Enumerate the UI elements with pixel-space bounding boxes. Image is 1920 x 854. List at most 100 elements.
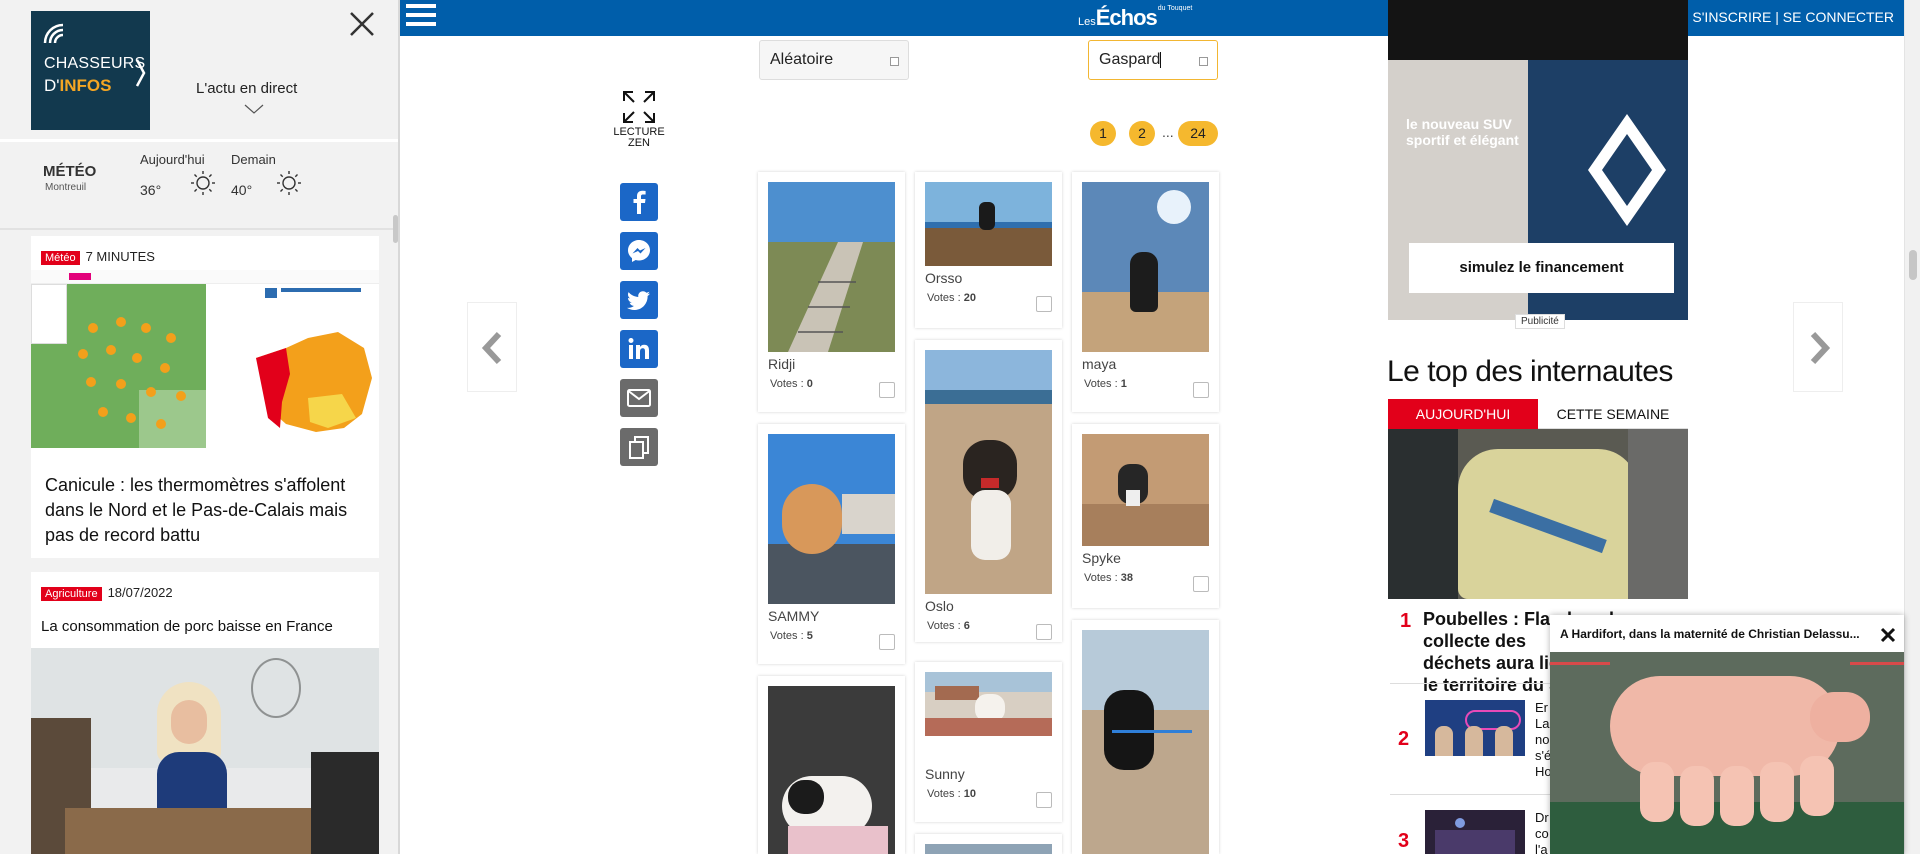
video-title[interactable]: A Hardifort, dans la maternité de Christ… [1560, 627, 1860, 641]
dog-photo[interactable] [1082, 182, 1209, 352]
dog-card[interactable]: Oslo Votes : 6 [915, 340, 1062, 642]
dog-photo[interactable] [768, 182, 895, 352]
vote-checkbox[interactable] [1193, 576, 1209, 592]
dog-card[interactable] [915, 834, 1062, 854]
logo-chevron-icon [136, 59, 146, 87]
top-article-thumbnail[interactable] [1425, 700, 1525, 756]
login-link[interactable]: SE CONNECTER [1783, 9, 1894, 25]
weather-map-image[interactable] [31, 270, 379, 448]
category-tag[interactable]: Agriculture [41, 587, 102, 601]
live-news-label[interactable]: L'actu en direct [196, 80, 297, 97]
page-button-1[interactable]: 1 [1090, 121, 1116, 146]
votes-label: Votes : [1084, 378, 1118, 390]
vote-checkbox[interactable] [1036, 624, 1052, 640]
news-card-title[interactable]: Canicule : les thermomètres s'affolent d… [45, 473, 371, 548]
brand-name: Échos [1095, 5, 1158, 30]
top-article-thumbnail[interactable] [1425, 810, 1525, 854]
sidebar-scrollbar[interactable] [393, 215, 398, 243]
copy-link-button[interactable] [620, 428, 658, 466]
dog-card[interactable]: Sunny Votes : 10 [915, 662, 1062, 822]
sidebar-header: CHASSEURS D'INFOS L'actu en direct [0, 0, 398, 142]
dog-photo[interactable] [925, 844, 1052, 854]
auth-links: S'INSCRIRE | SE CONNECTER [1692, 9, 1894, 25]
dog-photo[interactable] [768, 686, 895, 854]
logo-line1: CHASSEURS [44, 55, 146, 72]
dog-card[interactable]: Orsso Votes : 20 [915, 172, 1062, 328]
previous-arrow-button[interactable] [467, 302, 517, 392]
signal-icon [43, 23, 64, 44]
dog-card[interactable]: Ridji Votes : 0 [758, 172, 905, 412]
dog-name: Spyke [1082, 550, 1121, 566]
les-echos-logo[interactable]: LesÉchosdu Touquet [1078, 5, 1192, 31]
messenger-icon [628, 240, 650, 262]
news-card[interactable]: Météo 7 MINUTES Canicule: les thermomèt… [31, 236, 379, 558]
chasseurs-dinfos-logo[interactable]: CHASSEURS D'INFOS [31, 11, 150, 130]
news-card[interactable]: Agriculture 18/07/2022 La consommation de… [31, 572, 379, 854]
dog-photo[interactable] [1082, 630, 1209, 854]
linkedin-share-button[interactable] [620, 330, 658, 368]
dog-card[interactable]: Spyke Votes : 38 [1072, 424, 1219, 608]
page-button-last[interactable]: 24 [1178, 121, 1218, 146]
twitter-icon [627, 291, 650, 310]
pig-video-frame[interactable] [1550, 652, 1904, 854]
scrollbar-thumb[interactable] [1909, 250, 1917, 280]
sun-icon [277, 171, 301, 195]
dog-card[interactable]: maya Votes : 1 [1072, 172, 1219, 412]
sort-select[interactable]: Aléatoire [759, 40, 909, 80]
dog-photo[interactable] [925, 350, 1052, 594]
tab-today[interactable]: AUJOURD'HUI [1388, 399, 1538, 429]
card-meta: Météo 7 MINUTES [41, 248, 155, 266]
news-sidebar: CHASSEURS D'INFOS L'actu en direct MÉTÉO… [0, 0, 400, 854]
page-button-2[interactable]: 2 [1129, 121, 1155, 146]
votes-count: 20 [963, 292, 976, 304]
twitter-share-button[interactable] [620, 281, 658, 319]
garbage-bags-photo[interactable] [1388, 429, 1688, 599]
dog-card[interactable]: SAMMY Votes : 5 [758, 424, 905, 664]
chevron-left-icon [481, 331, 502, 365]
copy-icon [629, 436, 649, 459]
category-tag[interactable]: Météo [41, 251, 80, 265]
chevron-right-icon [1810, 331, 1831, 365]
top-section-title: Le top des internautes [1387, 355, 1673, 388]
next-arrow-button[interactable] [1793, 302, 1843, 392]
votes-count: 0 [806, 378, 813, 390]
dog-card[interactable] [758, 676, 905, 854]
messenger-share-button[interactable] [620, 232, 658, 270]
news-card-title[interactable]: La consommation de porc baisse en France [41, 618, 333, 635]
select-toggle-icon [1199, 57, 1208, 66]
vote-checkbox[interactable] [879, 634, 895, 650]
chevron-down-icon[interactable] [244, 104, 264, 114]
menu-icon[interactable] [406, 4, 436, 30]
weather-tomorrow-temp: 40° [231, 182, 253, 198]
dog-photo[interactable] [1082, 434, 1209, 546]
woman-office-photo[interactable] [31, 648, 379, 854]
close-icon [350, 12, 374, 36]
advertisement-banner[interactable]: le nouveau SUV sportif et élégant simule… [1388, 0, 1688, 320]
vote-checkbox[interactable] [1193, 382, 1209, 398]
ad-cta-button[interactable]: simulez le financement [1409, 243, 1674, 293]
tab-this-week[interactable]: CETTE SEMAINE [1538, 399, 1688, 429]
auth-separator: | [1775, 9, 1779, 25]
close-video-button[interactable] [1880, 619, 1896, 650]
votes-label: Votes : [927, 292, 961, 304]
ad-label: Publicité [1515, 314, 1565, 329]
dog-photo[interactable] [925, 672, 1052, 736]
brand-sup: du Touquet [1157, 5, 1193, 12]
floating-video-player[interactable]: A Hardifort, dans la maternité de Christ… [1550, 615, 1904, 854]
votes-label: Votes : [770, 630, 804, 642]
zen-reading-button[interactable]: LECTURE ZEN [612, 90, 666, 149]
signup-link[interactable]: S'INSCRIRE [1692, 9, 1771, 25]
email-share-button[interactable] [620, 379, 658, 417]
dog-photo[interactable] [925, 182, 1052, 266]
name-search-input[interactable]: Gaspard [1088, 40, 1218, 80]
vote-checkbox[interactable] [1036, 296, 1052, 312]
vote-checkbox[interactable] [879, 382, 895, 398]
dog-photo[interactable] [768, 434, 895, 604]
vote-checkbox[interactable] [1036, 792, 1052, 808]
close-sidebar-button[interactable] [347, 11, 377, 41]
page-scrollbar[interactable] [1904, 0, 1920, 854]
rank-number: 2 [1398, 728, 1410, 750]
linkedin-icon [628, 338, 649, 359]
facebook-share-button[interactable] [620, 183, 658, 221]
dog-card[interactable] [1072, 620, 1219, 854]
